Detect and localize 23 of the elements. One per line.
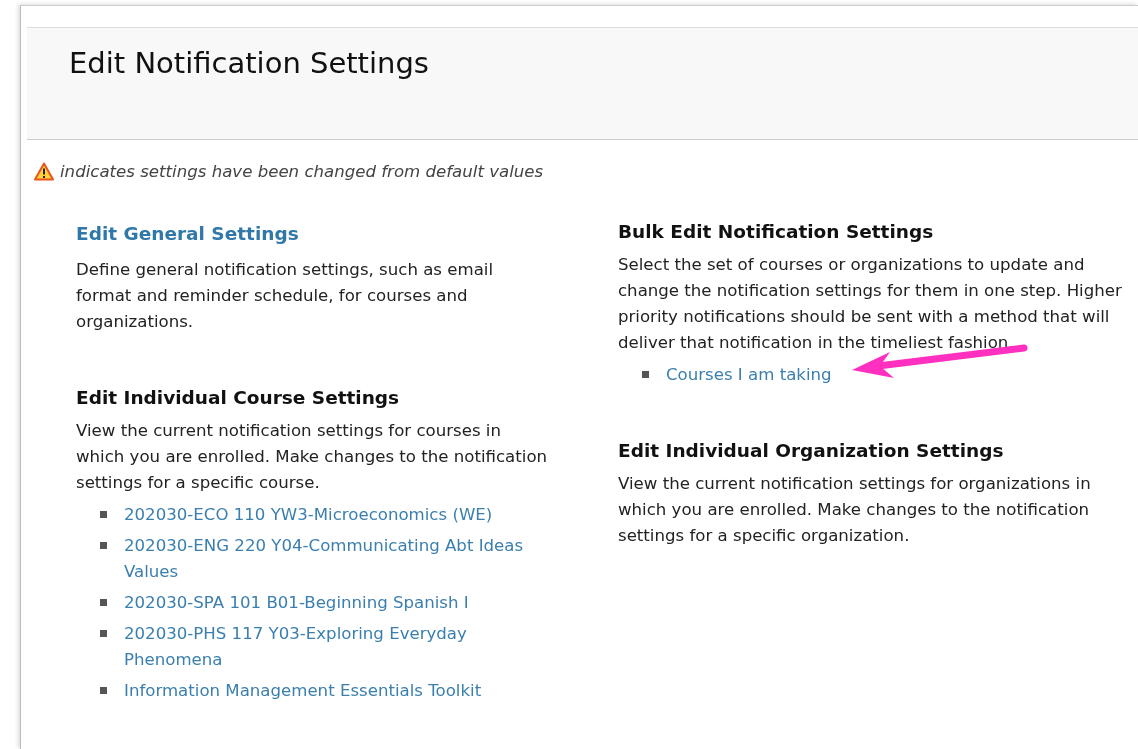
bullet-icon [100,511,107,518]
section-heading: Edit Individual Organization Settings [618,440,1005,461]
warning-icon [34,162,54,181]
course-link[interactable]: 202030-ENG 220 Y04-Communicating Abt Ideas Values [124,533,548,585]
settings-link[interactable]: Edit General Settings [76,221,548,247]
section-description: Select the set of courses or organizations to update and change the notification settings for them in one step. Higher priority notifications should be sent with a method that will deliver that notification in the timeliest fashion. [618,254,1123,354]
section-description: View the current notification settings for organizations in which you are enrolled. Make changes to the notification settings for a specific organization. [618,473,1092,547]
bullet-icon [100,599,107,606]
bullet-icon [100,687,107,694]
section-description: View the current notification settings for courses in which you are enrolled. Make changes to the notification settings for a specific course. [76,420,548,494]
course-link[interactable]: 202030-PHS 117 Y03-Exploring Everyday Phenomena [124,621,548,673]
bullet-icon [642,371,649,378]
bullet-icon [100,542,107,549]
legend-text: indicates settings have been changed from default values [60,162,544,181]
course-link[interactable]: Courses I am taking [666,362,832,388]
section-heading: Bulk Edit Notification Settings [618,221,935,242]
page-title: Edit Notification Settings [69,46,430,80]
course-link[interactable]: Information Management Essentials Toolkit [124,678,482,704]
section-heading: Edit Individual Course Settings [76,387,401,408]
course-link[interactable]: 202030-SPA 101 B01-Beginning Spanish I [124,590,469,616]
section-description: Define general notification settings, such as email format and reminder schedule, for courses and organizations. [76,259,495,333]
bullet-icon [100,630,107,637]
course-link[interactable]: 202030-ECO 110 YW3-Microeconomics (WE) [124,502,493,528]
